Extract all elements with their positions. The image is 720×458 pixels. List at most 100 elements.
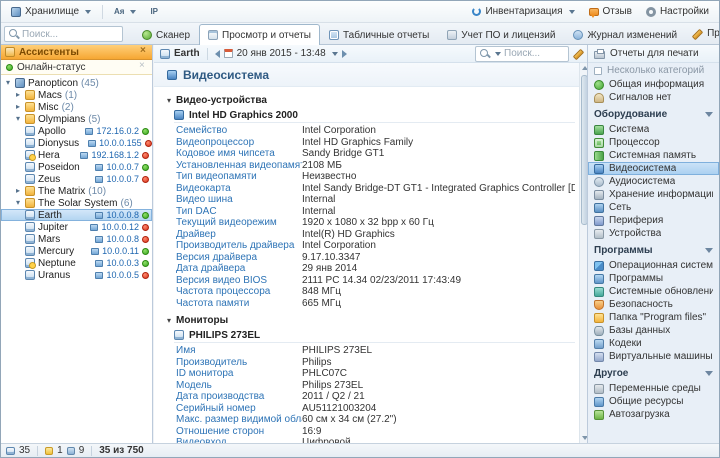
tree-item[interactable]: Earth 10.0.0.8	[1, 209, 152, 221]
tree-item[interactable]: Uranus 10.0.0.5	[1, 269, 152, 281]
property-label[interactable]: Установленная видеопамять	[176, 160, 302, 171]
property-label[interactable]: Частота процессора	[176, 286, 302, 297]
edit-report-button[interactable]	[573, 48, 584, 59]
property-label[interactable]: Отношение сторон	[176, 426, 302, 437]
settings-button[interactable]: Настройки	[640, 3, 715, 21]
category-item[interactable]: Периферия	[588, 214, 719, 227]
category-group-header[interactable]: Оборудование	[588, 106, 719, 123]
tree-item[interactable]: Neptune 10.0.0.3	[1, 257, 152, 269]
category-item[interactable]: Хранение информации	[588, 188, 719, 201]
sort-alpha-button[interactable]: Aя	[108, 3, 142, 21]
expander-icon[interactable]	[14, 185, 22, 197]
category-item[interactable]: Базы данных	[588, 324, 719, 337]
category-item[interactable]: Переменные среды	[588, 382, 719, 395]
category-item[interactable]: Аудиосистема	[588, 175, 719, 188]
inventory-menu-button[interactable]: Инвентаризация	[466, 3, 580, 21]
category-item[interactable]: Папка "Program files"	[588, 311, 719, 324]
property-label[interactable]: ID монитора	[176, 368, 302, 379]
category-item[interactable]: Программы	[588, 272, 719, 285]
tab[interactable]: Журнал изменений	[564, 25, 686, 44]
property-label[interactable]: Версия драйвера	[176, 252, 302, 263]
prev-snapshot-button[interactable]	[214, 49, 220, 58]
category-group-header[interactable]: Другое	[588, 365, 719, 382]
property-label[interactable]: Тип DAC	[176, 206, 302, 217]
expander-icon[interactable]	[14, 113, 22, 125]
category-item[interactable]: Сигналов нет	[588, 91, 719, 104]
tree-item[interactable]: Dionysus 10.0.0.155	[1, 137, 152, 149]
category-item[interactable]: Видеосистема	[588, 162, 719, 175]
expander-icon[interactable]	[14, 101, 22, 113]
category-item[interactable]: Системные обновления	[588, 285, 719, 298]
tree-item[interactable]: Macs (1)	[1, 89, 152, 101]
property-label[interactable]: Версия видео BIOS	[176, 275, 302, 286]
property-label[interactable]: Имя	[176, 345, 302, 356]
sort-ip-button[interactable]: IP	[144, 3, 164, 21]
tree-item[interactable]: Zeus 10.0.0.7	[1, 173, 152, 185]
next-snapshot-button[interactable]	[341, 49, 347, 58]
tree-item[interactable]: Mercury 10.0.0.11	[1, 245, 152, 257]
category-item[interactable]: Общая информация	[588, 78, 719, 91]
category-item[interactable]: Кодеки	[588, 337, 719, 350]
tree-item[interactable]: Panopticon (45)	[1, 77, 152, 89]
collapse-arrow-icon[interactable]	[705, 248, 713, 253]
tree-item[interactable]: Olympians (5)	[1, 113, 152, 125]
expander-icon[interactable]	[14, 197, 22, 209]
category-item[interactable]: Безопасность	[588, 298, 719, 311]
category-item[interactable]: Автозагрузка	[588, 408, 719, 421]
property-label[interactable]: Текущий видеорежим	[176, 217, 302, 228]
property-label[interactable]: Производитель драйвера	[176, 240, 302, 251]
property-label[interactable]: Тип видеопамяти	[176, 171, 302, 182]
property-label[interactable]: Видеопроцессор	[176, 137, 302, 148]
property-label[interactable]: Драйвер	[176, 229, 302, 240]
collapse-arrow-icon[interactable]	[705, 112, 713, 117]
property-label[interactable]: Производитель	[176, 357, 302, 368]
expander-icon[interactable]	[14, 89, 22, 101]
property-label[interactable]: Макс. размер видимой области	[176, 414, 302, 425]
assistant-item[interactable]: Онлайн-статус	[1, 60, 152, 75]
tree-item[interactable]: The Solar System (6)	[1, 197, 152, 209]
property-label[interactable]: Серийный номер	[176, 403, 302, 414]
report-search-input[interactable]	[504, 48, 564, 59]
tree-item[interactable]: Apollo 172.16.0.2	[1, 125, 152, 137]
expander-icon[interactable]	[4, 77, 12, 89]
property-label[interactable]: Видеокарта	[176, 183, 302, 194]
property-label[interactable]: Дата производства	[176, 391, 302, 402]
collapse-arrow-icon[interactable]	[705, 371, 713, 376]
category-item[interactable]: Общие ресурсы	[588, 395, 719, 408]
multi-category-toggle[interactable]: Несколько категорий	[588, 63, 719, 78]
section-header[interactable]: Мониторы	[167, 312, 575, 328]
property-label[interactable]: Частота памяти	[176, 298, 302, 309]
property-label[interactable]: Семейство	[176, 125, 302, 136]
section-header[interactable]: Видео-устройства	[167, 92, 575, 108]
category-item[interactable]: Системная память	[588, 149, 719, 162]
tree-search-input[interactable]	[22, 28, 118, 40]
tree-item[interactable]: Poseidon 10.0.0.7	[1, 161, 152, 173]
tab[interactable]: Табличные отчеты	[320, 25, 438, 44]
category-item[interactable]: Процессор	[588, 136, 719, 149]
tab[interactable]: Учет ПО и лицензий	[438, 25, 564, 44]
property-label[interactable]: Модель	[176, 380, 302, 391]
feedback-button[interactable]: Отзыв	[583, 3, 638, 21]
tree-item[interactable]: Mars 10.0.0.8	[1, 233, 152, 245]
category-item[interactable]: Система	[588, 123, 719, 136]
tab[interactable]: Просмотр и отчеты	[199, 24, 320, 45]
close-icon[interactable]	[138, 60, 147, 72]
edit-menu-button[interactable]: Правка	[686, 24, 719, 42]
property-label[interactable]: Дата драйвера	[176, 263, 302, 274]
category-group-header[interactable]: Программы	[588, 242, 719, 259]
tree-item[interactable]: Misc (2)	[1, 101, 152, 113]
category-item[interactable]: Устройства	[588, 227, 719, 240]
tree-item[interactable]: Hera 192.168.1.2	[1, 149, 152, 161]
category-item[interactable]: Операционная система	[588, 259, 719, 272]
close-icon[interactable]	[139, 45, 148, 57]
print-reports-button[interactable]: Отчеты для печати	[610, 48, 699, 59]
tab[interactable]: Сканер	[133, 25, 199, 44]
tree-item[interactable]: The Matrix (10)	[1, 185, 152, 197]
property-label[interactable]: Кодовое имя чипсета	[176, 148, 302, 159]
property-label[interactable]: Видео шина	[176, 194, 302, 205]
tree-item[interactable]: Jupiter 10.0.0.12	[1, 221, 152, 233]
storage-menu-button[interactable]: Хранилище	[5, 3, 97, 21]
category-item[interactable]: Виртуальные машины	[588, 350, 719, 363]
category-item[interactable]: Сеть	[588, 201, 719, 214]
snapshot-date[interactable]: 20 янв 2015 - 13:48	[237, 48, 326, 59]
